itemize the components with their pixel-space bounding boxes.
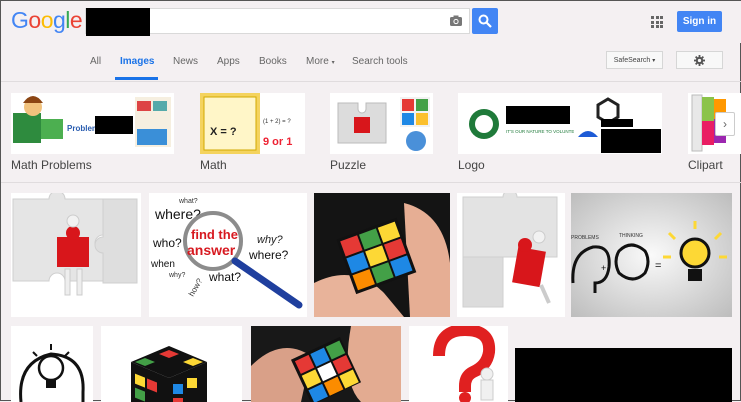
image-result-find-the-answer[interactable]: where? what? who? when why? what? how? w… (149, 193, 307, 317)
image-result-bulb-head[interactable] (11, 326, 93, 402)
section-divider (1, 182, 741, 183)
image-result-rubiks-twist[interactable] (251, 326, 401, 402)
label-problems: PROBLEMS (571, 235, 599, 241)
svg-text:=: = (655, 260, 661, 272)
rubiks-twist-image (251, 326, 401, 402)
related-label-logo[interactable]: Logo (458, 158, 485, 172)
rubiks-hands-image (314, 193, 450, 317)
gear-icon (694, 55, 705, 66)
logo-letter-g2: g (52, 7, 66, 33)
tab-all[interactable]: All (90, 56, 101, 67)
chevron-down-icon: ▾ (331, 60, 335, 66)
tab-books[interactable]: Books (259, 56, 287, 67)
problem-text: Problem (67, 124, 99, 133)
svg-text:+: + (601, 263, 606, 273)
puzzle-piece-image (462, 193, 558, 308)
related-puzzle[interactable] (330, 93, 433, 154)
google-logo[interactable]: Google (11, 7, 83, 34)
bulb-head-image (19, 344, 85, 402)
apps-grid-icon[interactable] (651, 16, 663, 28)
math-thumbnail: X = ? (1 + 2) = ? 9 or 1 (200, 93, 305, 154)
word-what-top: what? (178, 198, 198, 205)
puzzle-thumbnail (330, 93, 430, 154)
tab-search-tools[interactable]: Search tools (352, 56, 408, 67)
related-logo[interactable]: IT'S OUR NATURE TO VOLUNTEER (458, 93, 662, 154)
related-label-puzzle[interactable]: Puzzle (330, 158, 366, 172)
word-who: who? (152, 236, 182, 250)
camera-icon[interactable] (449, 14, 463, 28)
related-math[interactable]: X = ? (1 + 2) = ? 9 or 1 (200, 93, 305, 154)
logo-letter-g: G (11, 7, 29, 33)
safesearch-dropdown[interactable]: SafeSearch ▾ (606, 51, 663, 69)
related-label-math-problems[interactable]: Math Problems (11, 158, 92, 172)
safesearch-label: SafeSearch (613, 57, 651, 64)
word-why-small: why? (168, 272, 185, 279)
search-icon (478, 14, 492, 28)
related-label-math[interactable]: Math (200, 158, 227, 172)
chevron-down-icon: ▾ (652, 58, 656, 64)
word-answer: answer (187, 242, 236, 258)
logo-tagline: IT'S OUR NATURE TO VOLUNTEER (506, 129, 581, 134)
word-when: when (150, 259, 175, 270)
logo-thumbnail: IT'S OUR NATURE TO VOLUNTEER (458, 93, 662, 154)
image-result-puzzle-red[interactable] (11, 193, 141, 317)
math-problems-thumbnail: Problem (13, 96, 171, 147)
chevron-right-icon[interactable]: › (715, 112, 735, 136)
search-input[interactable] (85, 8, 470, 36)
math-numbers: 9 or 1 (263, 136, 292, 148)
tab-more[interactable]: More ▾ (306, 56, 335, 67)
puzzle-red-image (12, 193, 138, 296)
math-formula: (1 + 2) = ? (263, 119, 291, 125)
related-label-clipart[interactable]: Clipart (688, 158, 723, 172)
active-tab-indicator (115, 77, 158, 80)
word-where-2: where? (248, 248, 289, 262)
math-equation: X = ? (210, 126, 237, 138)
find-answer-image: where? what? who? when why? what? how? w… (150, 198, 303, 309)
tab-apps[interactable]: Apps (217, 56, 240, 67)
search-button[interactable] (472, 8, 498, 34)
redacted-query (86, 8, 150, 36)
word-how: how? (187, 276, 205, 298)
logo-letter-o1: o (28, 7, 41, 33)
question-mark-image (433, 326, 496, 402)
image-result-rubiks-hands[interactable] (314, 193, 450, 317)
word-what: what? (208, 270, 241, 284)
image-result-redacted[interactable] (515, 348, 732, 402)
image-result-rubiks-cube[interactable] (101, 326, 242, 402)
label-thinking: THINKING (619, 233, 643, 239)
settings-button[interactable] (676, 51, 723, 69)
sign-in-button[interactable]: Sign in (677, 11, 722, 32)
image-result-question-mark[interactable] (409, 326, 508, 402)
image-result-puzzle-piece[interactable] (457, 193, 565, 317)
tab-news[interactable]: News (173, 56, 198, 67)
tab-images[interactable]: Images (120, 56, 154, 67)
image-result-problems-thinking[interactable]: PROBLEMS THINKING + = (571, 193, 732, 317)
problems-thinking-image: PROBLEMS THINKING + = (571, 193, 732, 317)
rubiks-cube-image (131, 346, 207, 402)
logo-letter-e: e (69, 7, 83, 33)
related-math-problems[interactable]: Problem (11, 93, 174, 154)
logo-letter-o2: o (40, 7, 54, 33)
word-why: why? (257, 234, 284, 246)
tab-more-label: More (306, 56, 329, 67)
word-find-the: find the (191, 227, 238, 242)
